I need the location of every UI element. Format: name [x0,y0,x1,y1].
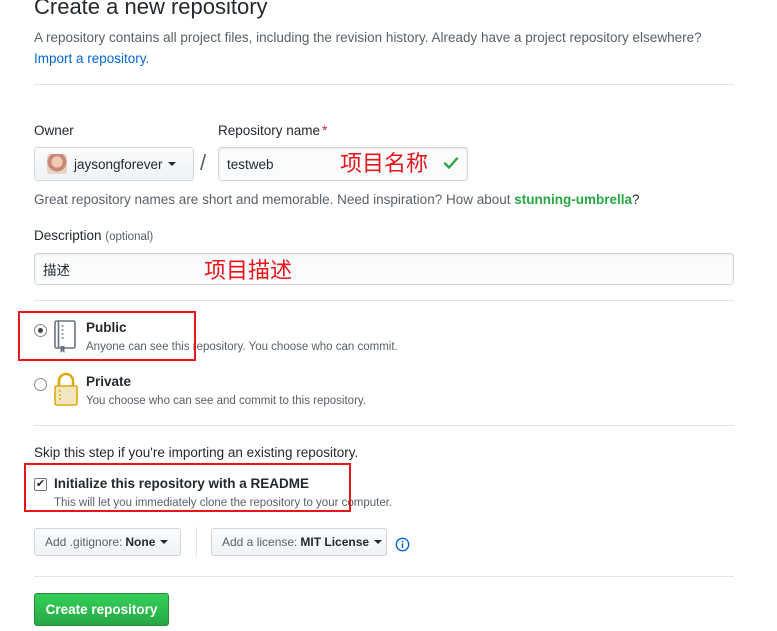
gitignore-prefix: Add .gitignore: [45,535,123,549]
owner-value: jaysongforever [74,156,163,172]
public-highlight-box [18,311,196,361]
page-description-text: A repository contains all project files,… [34,30,702,45]
repository-name-label: Repository name * [218,123,327,138]
owner-repo-separator: / [200,150,207,175]
chevron-down-icon [167,162,176,166]
page-description: A repository contains all project files,… [34,27,734,69]
create-repository-button[interactable]: Create repository [34,593,169,626]
description-input[interactable] [34,253,734,285]
repository-name-label-text: Repository name [218,123,321,138]
license-select[interactable]: Add a license: MIT License [211,528,387,556]
divider [34,300,734,301]
chevron-down-icon [374,540,383,544]
optional-note: (optional) [105,231,154,243]
required-mark: * [322,123,328,138]
owner-select[interactable]: jaysongforever [34,147,194,181]
name-suggestion[interactable]: stunning-umbrella [514,192,632,207]
readme-highlight-box [24,463,351,512]
divider [34,425,734,426]
description-annotation: 项目描述 [204,259,293,284]
repo-name-annotation: 项目名称 [340,152,429,177]
license-prefix: Add a license: [222,535,298,549]
check-icon [443,157,459,169]
avatar [47,154,67,174]
divider [34,576,734,577]
owner-label: Owner [34,123,74,138]
select-divider [196,527,197,557]
description-label: Description (optional) [34,228,153,243]
divider [34,84,734,85]
license-value: MIT License [300,535,370,549]
chevron-down-icon [160,540,169,544]
visibility-private-radio[interactable] [34,378,47,391]
visibility-private-note: You choose who can see and commit to thi… [86,395,366,407]
gitignore-value: None [125,535,156,549]
hint-suffix: ? [632,192,640,207]
page-title: Create a new repository [34,0,268,19]
gitignore-select[interactable]: Add .gitignore: None [34,528,181,556]
info-icon[interactable] [395,537,410,552]
import-repository-link[interactable]: Import a repository. [34,51,149,66]
hint-text: Great repository names are short and mem… [34,192,511,207]
description-label-text: Description [34,228,102,243]
visibility-private-title: Private [86,374,132,389]
repository-name-hint: Great repository names are short and mem… [34,192,640,207]
skip-step-text: Skip this step if you're importing an ex… [34,445,359,460]
lock-icon [54,372,78,406]
